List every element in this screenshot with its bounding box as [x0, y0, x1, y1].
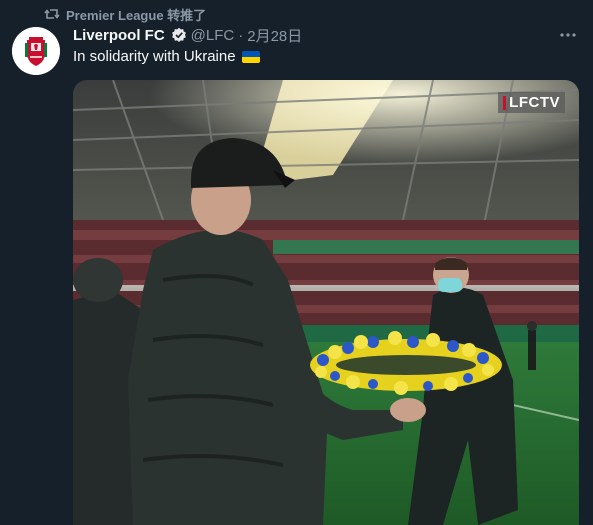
retweet-icon — [44, 6, 60, 22]
retweet-label[interactable]: Premier League 转推了 — [66, 5, 206, 24]
user-handle[interactable]: @LFC — [191, 27, 235, 44]
retweet-context[interactable]: Premier League 转推了 — [44, 5, 206, 23]
lfctv-watermark-text: LFCTV — [509, 94, 560, 111]
lfctv-watermark: LFCTV — [498, 92, 565, 113]
more-options-icon — [560, 33, 576, 37]
ukraine-flag-emoji — [241, 50, 260, 63]
tweet-header: Liverpool FC @LFC · 2月28日 — [73, 25, 302, 45]
separator-dot: · — [238, 26, 244, 44]
more-options-button[interactable] — [557, 26, 579, 44]
display-name[interactable]: Liverpool FC — [73, 27, 165, 44]
lfc-crest-logo — [12, 27, 60, 75]
video-frame — [73, 80, 579, 525]
tweet-text-content: In solidarity with Ukraine — [73, 48, 236, 65]
tweet-video[interactable]: LFCTV — [73, 80, 579, 525]
watermark-bar — [503, 95, 507, 110]
tweet-text: In solidarity with Ukraine — [73, 48, 260, 65]
tweet-date[interactable]: 2月28日 — [247, 25, 302, 46]
avatar[interactable] — [12, 27, 60, 75]
verified-badge-icon — [171, 27, 187, 43]
